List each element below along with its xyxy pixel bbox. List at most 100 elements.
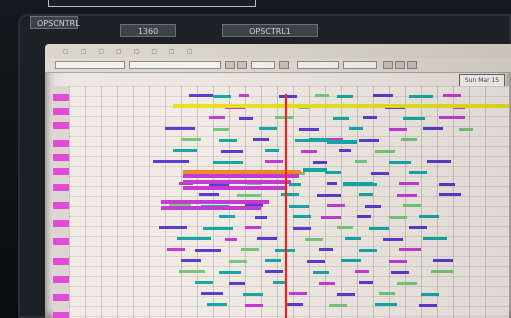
schedule-bar[interactable] (253, 138, 269, 141)
schedule-bar[interactable] (349, 127, 363, 130)
schedule-bar[interactable] (203, 227, 233, 230)
menu-item[interactable]: ▢ (63, 48, 69, 55)
schedule-bar[interactable] (327, 204, 345, 207)
schedule-bar[interactable] (337, 95, 353, 98)
schedule-bar[interactable] (369, 227, 389, 230)
schedule-bar[interactable] (341, 259, 361, 262)
schedule-bar[interactable] (389, 161, 411, 164)
menu-item[interactable]: ▢ (151, 48, 157, 55)
schedule-bar[interactable] (255, 216, 267, 219)
schedule-bar[interactable] (355, 270, 369, 273)
schedule-bar[interactable] (409, 226, 427, 229)
schedule-bar[interactable] (213, 95, 231, 98)
schedule-bar[interactable] (195, 281, 213, 284)
schedule-bar[interactable] (189, 94, 213, 97)
schedule-bar[interactable] (209, 116, 225, 119)
next-button[interactable] (279, 61, 289, 69)
schedule-bar[interactable] (219, 271, 241, 274)
schedule-bar[interactable] (371, 172, 389, 175)
schedule-bar[interactable] (181, 138, 201, 141)
schedule-bar[interactable] (317, 194, 341, 197)
schedule-bar[interactable] (213, 161, 243, 164)
schedule-bar[interactable] (403, 117, 425, 120)
schedule-bar[interactable] (305, 238, 323, 241)
schedule-bar[interactable] (265, 270, 283, 273)
schedule-bar[interactable] (383, 238, 403, 241)
previous-button[interactable] (225, 61, 235, 69)
schedule-bar[interactable] (355, 160, 367, 163)
schedule-bar[interactable] (279, 95, 297, 98)
schedule-bar[interactable] (225, 238, 237, 241)
schedule-bar[interactable] (409, 95, 433, 98)
schedule-bar[interactable] (239, 94, 249, 97)
schedule-bar[interactable] (243, 293, 263, 296)
schedule-bar[interactable] (397, 194, 417, 197)
schedule-bar[interactable] (421, 293, 439, 296)
schedule-bar[interactable] (281, 193, 299, 196)
schedule-bar[interactable] (265, 149, 279, 152)
schedule-bar[interactable] (359, 139, 379, 142)
schedule-bar[interactable] (439, 193, 461, 196)
schedule-bar[interactable] (245, 226, 261, 229)
schedule-bar[interactable] (359, 249, 377, 252)
schedule-bar[interactable] (433, 259, 453, 262)
schedule-bar[interactable] (321, 216, 341, 219)
schedule-bar[interactable] (319, 248, 333, 251)
schedule-bar[interactable] (301, 150, 317, 153)
highlight-bar[interactable] (303, 168, 327, 172)
schedule-bar[interactable] (265, 259, 281, 262)
schedule-bar[interactable] (199, 193, 219, 196)
highlight-bar[interactable] (343, 182, 373, 186)
schedule-bar[interactable] (409, 171, 427, 174)
schedule-bar[interactable] (319, 282, 335, 285)
menu-item[interactable]: ▢ (116, 48, 122, 55)
schedule-bar[interactable] (439, 183, 455, 186)
schedule-bar[interactable] (389, 216, 407, 219)
schedule-bar[interactable] (337, 293, 355, 296)
schedule-bar[interactable] (419, 215, 439, 218)
menu-item[interactable]: ▢ (134, 48, 140, 55)
schedule-bar[interactable] (329, 304, 347, 307)
schedule-bar[interactable] (239, 117, 253, 120)
schedule-bar[interactable] (241, 248, 259, 251)
time-step-field[interactable] (251, 61, 275, 69)
schedule-bar[interactable] (299, 128, 319, 131)
schedule-bar[interactable] (345, 237, 361, 240)
schedule-bar[interactable] (259, 127, 277, 130)
schedule-bar[interactable] (287, 303, 303, 306)
highlight-bar[interactable] (161, 200, 269, 204)
toolbar-button[interactable] (407, 61, 417, 69)
schedule-bar[interactable] (459, 128, 473, 131)
schedule-bar[interactable] (399, 182, 419, 185)
toolbar-button[interactable] (383, 61, 393, 69)
toolbar-input[interactable] (343, 61, 377, 69)
schedule-bar[interactable] (293, 227, 311, 230)
schedule-bar[interactable] (339, 149, 351, 152)
schedule-bar[interactable] (307, 260, 325, 263)
schedule-bar[interactable] (313, 161, 327, 164)
schedule-bar[interactable] (221, 150, 243, 153)
toolbar-input[interactable] (297, 61, 339, 69)
schedule-bar[interactable] (389, 260, 407, 263)
schedule-bar[interactable] (159, 226, 187, 229)
schedule-bar[interactable] (265, 160, 283, 163)
schedule-bar[interactable] (237, 194, 261, 197)
schedule-bar[interactable] (289, 205, 309, 208)
highlight-bar[interactable] (173, 104, 509, 108)
toolbar-button[interactable] (395, 61, 405, 69)
highlight-bar[interactable] (161, 206, 261, 210)
schedule-bar[interactable] (207, 303, 227, 306)
schedule-bar[interactable] (427, 160, 451, 163)
schedule-bar[interactable] (357, 215, 371, 218)
schedule-bar[interactable] (219, 215, 235, 218)
schedule-bar[interactable] (403, 204, 421, 207)
schedule-bar[interactable] (165, 127, 195, 130)
schedule-bar[interactable] (181, 259, 201, 262)
schedule-bar[interactable] (295, 139, 309, 142)
schedule-bar[interactable] (363, 116, 377, 119)
toolbar-field[interactable] (55, 61, 125, 69)
schedule-bar[interactable] (443, 94, 461, 97)
schedule-bar[interactable] (245, 304, 263, 307)
schedule-bar[interactable] (167, 248, 185, 251)
schedule-bar[interactable] (219, 139, 237, 142)
